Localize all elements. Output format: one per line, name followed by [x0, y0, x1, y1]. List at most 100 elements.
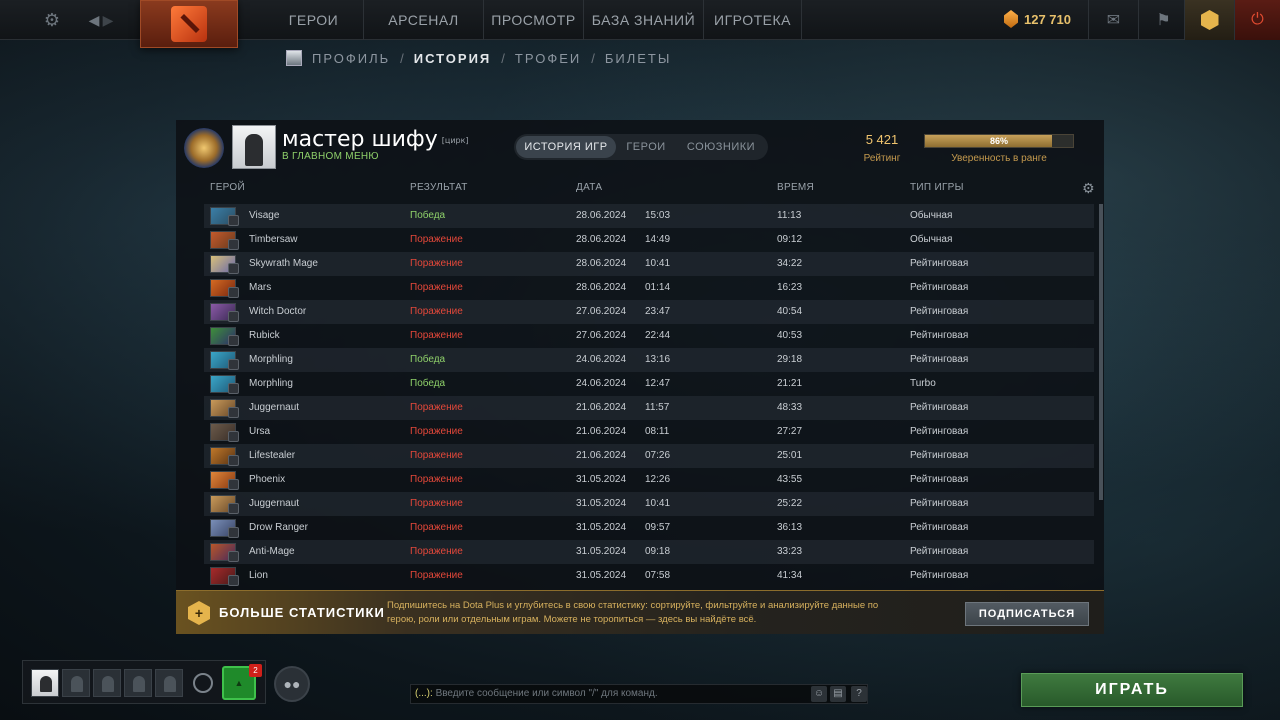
col-result[interactable]: РЕЗУЛЬТАТ [410, 182, 468, 193]
table-row[interactable]: Timbersaw Поражение 28.06.2024 14:49 09:12 Об… [204, 228, 1094, 252]
hero-name: Drow Ranger [249, 522, 308, 533]
nav-arcade[interactable]: ИГРОТЕКА [704, 0, 802, 40]
table-row[interactable]: Phoenix Поражение 31.05.2024 12:26 43:55 Рейт… [204, 468, 1094, 492]
nav-watch[interactable]: ПРОСМОТР [484, 0, 584, 40]
table-row[interactable]: Juggernaut Поражение 21.06.2024 11:57 48:33 Р… [204, 396, 1094, 420]
game-type: Рейтинговая [910, 306, 969, 317]
player-silhouette-icon [40, 676, 52, 692]
friends-button[interactable]: ●● [274, 666, 310, 702]
top-bar: ⚙ ◀ ▶ ГЕРОИ АРСЕНАЛ ПРОСМОТР БАЗА ЗНАНИЙ… [0, 0, 1280, 48]
dota-plus-button[interactable] [1184, 0, 1234, 40]
nav-armory[interactable]: АРСЕНАЛ [364, 0, 484, 40]
match-clock: 11:57 [645, 402, 670, 413]
table-row[interactable]: Rubick Поражение 27.06.2024 22:44 40:53 Рейти… [204, 324, 1094, 348]
voice-headset-icon[interactable] [193, 673, 213, 693]
match-date: 28.06.2024 [576, 258, 627, 269]
col-game-type[interactable]: ТИП ИГРЫ [910, 182, 964, 193]
party-slot-empty[interactable] [155, 669, 183, 697]
subnav-tickets[interactable]: БИЛЕТЫ [605, 51, 672, 66]
hero-name: Rubick [249, 330, 280, 341]
shards-counter[interactable]: 127 710 [1004, 10, 1071, 28]
table-row[interactable]: Witch Doctor Поражение 27.06.2024 23:47 40:5… [204, 300, 1094, 324]
table-row[interactable]: Anti-Mage Поражение 31.05.2024 09:18 33:23 Ре… [204, 540, 1094, 564]
table-row[interactable]: Juggernaut Поражение 31.05.2024 10:41 25:22 Р… [204, 492, 1094, 516]
player-status: В ГЛАВНОМ МЕНЮ [282, 151, 379, 162]
chat-input[interactable]: (...): Введите сообщение или символ "/" … [410, 684, 868, 704]
col-time[interactable]: ВРЕМЯ [777, 182, 814, 193]
rank-confidence-bar: 86% [924, 134, 1074, 148]
match-duration: 43:55 [777, 474, 803, 485]
party-slot-empty[interactable] [93, 669, 121, 697]
table-row[interactable]: Skywrath Mage Поражение 28.06.2024 10:41 34:… [204, 252, 1094, 276]
avatar[interactable] [232, 125, 276, 169]
match-history-panel: мастер шифу [цирк] В ГЛАВНОМ МЕНЮ ИСТОРИЯ… [176, 120, 1104, 634]
mail-button[interactable]: ✉ [1088, 0, 1138, 40]
match-date: 31.05.2024 [576, 498, 627, 509]
role-badge-icon [228, 503, 239, 514]
table-row[interactable]: Lion Поражение 31.05.2024 07:58 41:34 Рейтинг… [204, 564, 1094, 588]
hero-name: Phoenix [249, 474, 286, 485]
tab-heroes[interactable]: ГЕРОИ [616, 136, 676, 158]
table-row[interactable]: Mars Поражение 28.06.2024 01:14 16:23 Рейтинг… [204, 276, 1094, 300]
exit-button[interactable]: ⏻ [1234, 0, 1280, 40]
game-type: Рейтинговая [910, 258, 969, 269]
party-slot-empty[interactable] [62, 669, 90, 697]
settings-gear-icon[interactable]: ⚙ [40, 8, 64, 32]
forward-arrow-icon[interactable]: ▶ [96, 8, 120, 32]
match-clock: 22:44 [645, 330, 671, 341]
armory-inventory-button[interactable]: ⚑ [1138, 0, 1188, 40]
help-icon[interactable]: ? [851, 686, 867, 702]
game-type: Рейтинговая [910, 498, 969, 509]
role-badge-icon [228, 551, 239, 562]
shards-amount: 127 710 [1024, 11, 1071, 27]
col-hero[interactable]: ГЕРОЙ [210, 182, 245, 193]
table-row[interactable]: Morphling Победа 24.06.2024 13:16 29:18 Рейти… [204, 348, 1094, 372]
match-result: Поражение [410, 474, 463, 485]
match-result: Поражение [410, 498, 463, 509]
party-slot-empty[interactable] [124, 669, 152, 697]
match-duration: 33:23 [777, 546, 803, 557]
match-result: Поражение [410, 450, 463, 461]
table-header: ГЕРОЙ РЕЗУЛЬТАТ ДАТА ВРЕМЯ ТИП ИГРЫ [176, 182, 1104, 196]
match-duration: 21:21 [777, 378, 803, 389]
party-slot-self[interactable] [31, 669, 59, 697]
rank-medal-icon[interactable] [184, 128, 224, 168]
scrollbar-thumb[interactable] [1099, 204, 1103, 500]
friends-icon: ●● [283, 676, 301, 692]
game-type: Рейтинговая [910, 474, 969, 485]
rating-label: Рейтинг [863, 153, 901, 164]
dota-logo-home-button[interactable] [140, 0, 238, 48]
match-duration: 16:23 [777, 282, 803, 293]
subnav-trophies[interactable]: ТРОФЕИ [515, 51, 581, 66]
col-date[interactable]: ДАТА [576, 182, 602, 193]
tab-allies[interactable]: СОЮЗНИКИ [676, 136, 766, 158]
nav-knowledge-base[interactable]: БАЗА ЗНАНИЙ [584, 0, 704, 40]
game-type: Рейтинговая [910, 426, 969, 437]
table-row[interactable]: Lifestealer Поражение 21.06.2024 07:26 25:01… [204, 444, 1094, 468]
table-row[interactable]: Visage Победа 28.06.2024 15:03 11:13 Обычная [204, 204, 1094, 228]
match-result: Поражение [410, 282, 463, 293]
play-button[interactable]: ИГРАТЬ [1021, 673, 1243, 707]
subnav-history[interactable]: ИСТОРИЯ [414, 51, 492, 66]
scrollbar[interactable] [1099, 204, 1103, 500]
match-date: 31.05.2024 [576, 522, 627, 533]
promo-description: Подпишитесь на Dota Plus и углубитесь в … [387, 600, 879, 625]
role-badge-icon [228, 239, 239, 250]
match-result: Поражение [410, 330, 463, 341]
table-settings-gear-icon[interactable]: ⚙ [1082, 180, 1095, 197]
hero-name: Ursa [249, 426, 271, 437]
chat-wheel-icon[interactable]: ▤ [830, 686, 846, 702]
role-badge-icon [228, 335, 239, 346]
subnav-profile[interactable]: ПРОФИЛЬ [312, 51, 390, 66]
table-row[interactable]: Morphling Победа 24.06.2024 12:47 21:21 Turbo [204, 372, 1094, 396]
subnav-separator: / [400, 50, 404, 66]
role-badge-icon [228, 455, 239, 466]
emoji-icon[interactable]: ☺ [811, 686, 827, 702]
match-clock: 14:49 [645, 234, 671, 245]
subscribe-button[interactable]: ПОДПИСАТЬСЯ [965, 602, 1089, 626]
nav-heroes[interactable]: ГЕРОИ [264, 0, 364, 40]
table-row[interactable]: Drow Ranger Поражение 31.05.2024 09:57 36:13… [204, 516, 1094, 540]
table-row[interactable]: Ursa Поражение 21.06.2024 08:11 27:27 Рейтинг… [204, 420, 1094, 444]
hero-name: Morphling [249, 378, 293, 389]
tab-match-history[interactable]: ИСТОРИЯ ИГР [516, 136, 616, 158]
